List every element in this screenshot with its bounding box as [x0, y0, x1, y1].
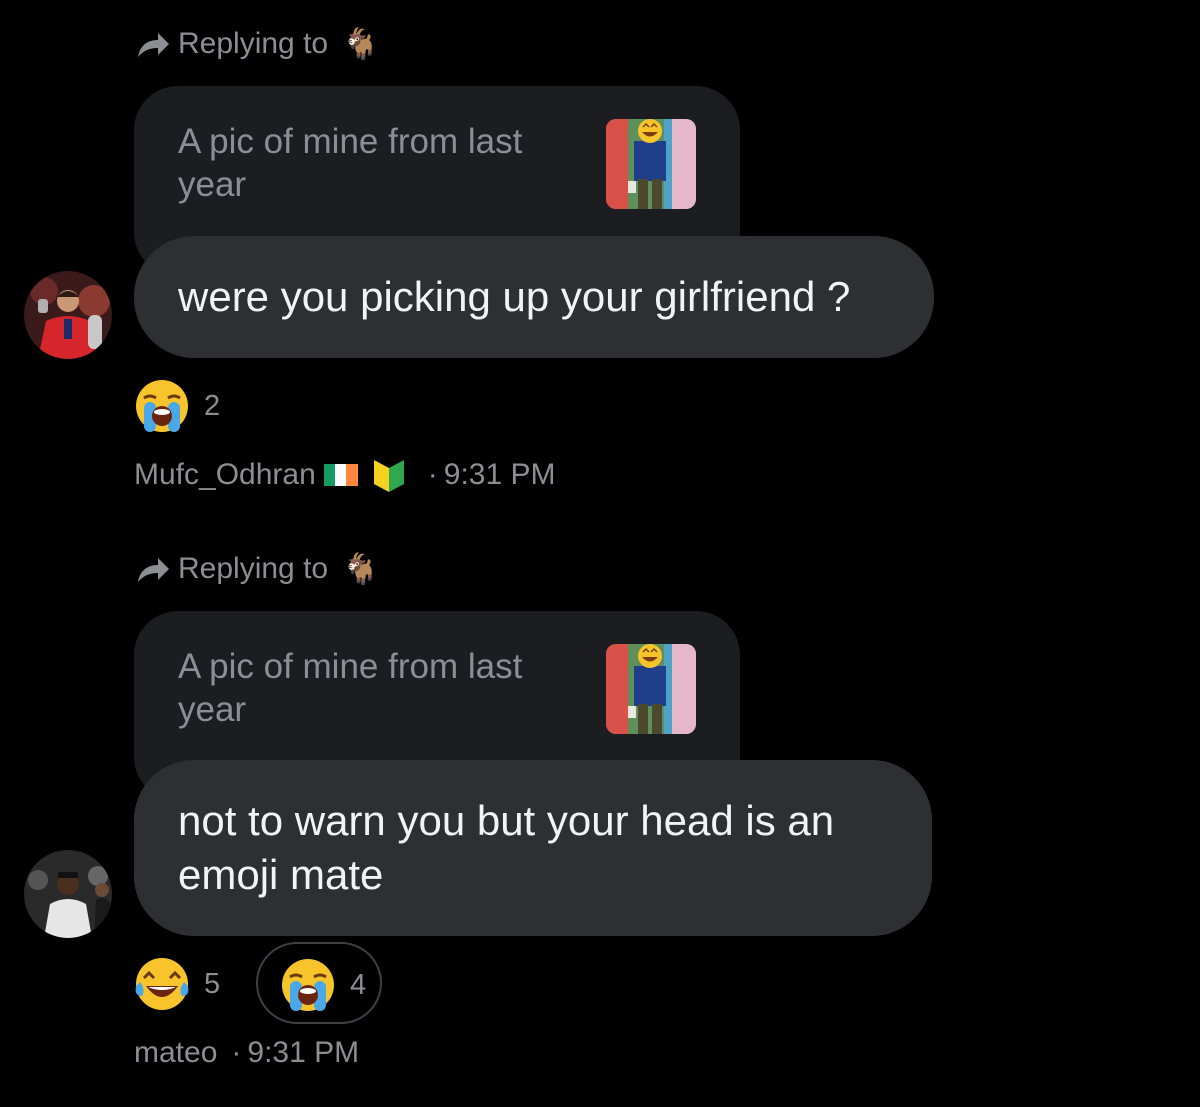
- loudly-crying-face-icon: [282, 959, 334, 1011]
- loudly-crying-face-icon: [136, 380, 188, 432]
- meta-separator: ·: [427, 458, 438, 491]
- message-text: not to warn you but your head is an emoj…: [178, 797, 835, 898]
- meta-separator: ·: [231, 1036, 242, 1069]
- ireland-flag-icon: [323, 464, 358, 486]
- message-bubble[interactable]: were you picking up your girlfriend ?: [134, 236, 934, 358]
- quoted-text: A pic of mine from last year: [178, 122, 523, 204]
- reply-label: Replying to: [178, 552, 329, 585]
- sender-name[interactable]: mateo: [134, 1036, 217, 1070]
- japanese-beginner-symbol-icon: [373, 460, 404, 492]
- quoted-image-thumbnail[interactable]: [606, 119, 696, 209]
- message-meta: mateo · 9:31 PM: [134, 1033, 359, 1073]
- sender-avatar[interactable]: [24, 850, 112, 938]
- reaction-count: 5: [204, 967, 221, 1000]
- reply-arrow-icon: [138, 558, 169, 582]
- message-text: were you picking up your girlfriend ?: [178, 273, 851, 320]
- reply-arrow-icon: [138, 33, 169, 57]
- quoted-text: A pic of mine from last year: [178, 647, 523, 729]
- message-time: 9:31 PM: [247, 1036, 360, 1069]
- reaction-tears-of-joy[interactable]: 5: [134, 956, 220, 1012]
- reply-context: Replying to 🐐: [136, 24, 379, 64]
- sender-name[interactable]: Mufc_Odhran: [134, 458, 316, 492]
- message-time: 9:31 PM: [443, 458, 556, 491]
- sender-avatar[interactable]: [24, 271, 112, 359]
- message-meta: Mufc_Odhran · 9:31 PM: [134, 455, 556, 495]
- reaction-loudly-crying-selected[interactable]: 4: [256, 942, 382, 1024]
- reply-label: Replying to: [178, 27, 329, 60]
- reaction-count: 2: [204, 389, 221, 422]
- tears-of-joy-face-icon: [135, 958, 189, 1010]
- message-bubble[interactable]: not to warn you but your head is an emoj…: [134, 760, 932, 936]
- goat-icon: 🐐: [342, 27, 380, 61]
- reply-context: Replying to 🐐: [136, 549, 379, 589]
- quoted-image-thumbnail[interactable]: [606, 644, 696, 734]
- dm-conversation: Replying to 🐐 A pic of mine from last ye…: [0, 0, 1200, 1107]
- reaction-loudly-crying[interactable]: 2: [134, 378, 220, 434]
- goat-icon: 🐐: [342, 552, 380, 586]
- reaction-count: 4: [350, 968, 367, 1001]
